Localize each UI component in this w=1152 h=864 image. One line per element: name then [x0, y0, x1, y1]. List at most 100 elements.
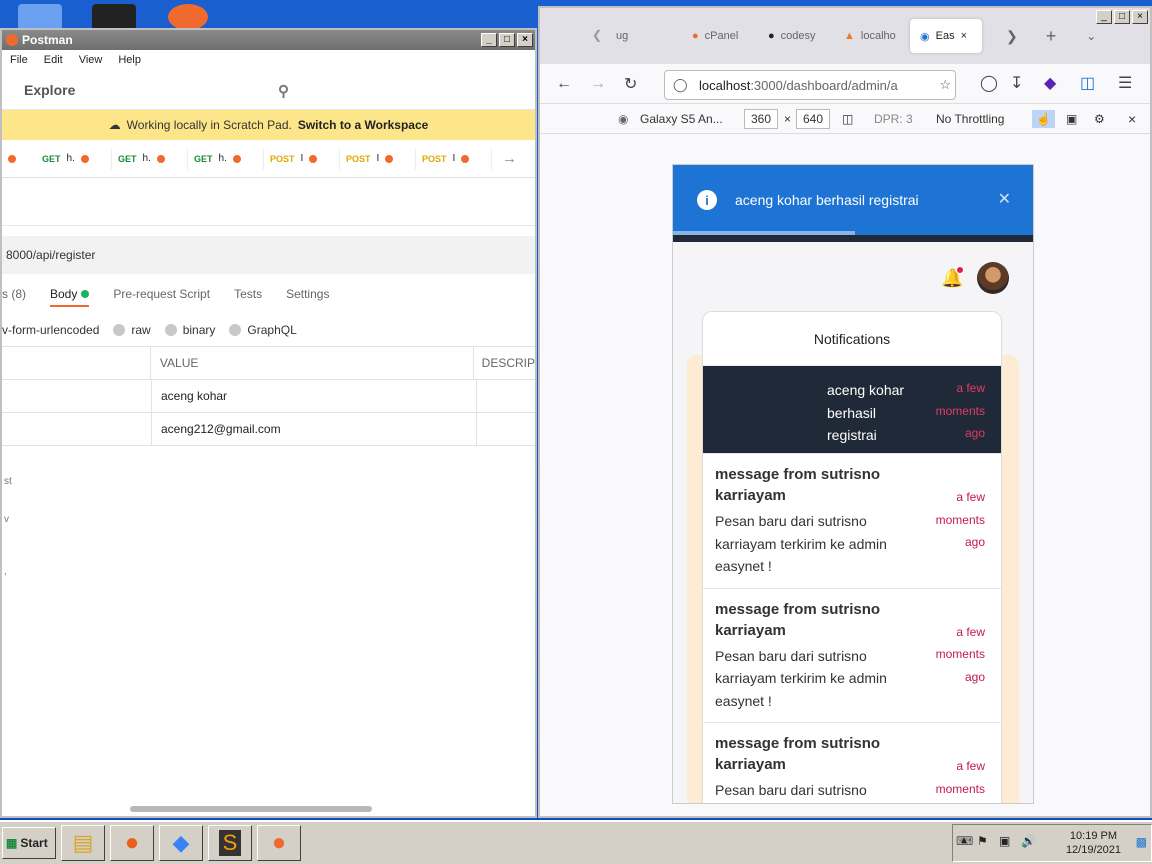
request-url[interactable]: 8000/api/register	[6, 248, 95, 262]
clock[interactable]: 10:19 PM 12/19/2021	[1066, 829, 1121, 857]
show-desktop-icon[interactable]: ▩	[1136, 835, 1147, 849]
pocket-icon[interactable]: ◯	[980, 73, 998, 93]
list-item[interactable]: aceng kohar berhasil registrai a few mom…	[703, 366, 1001, 454]
list-tabs-icon[interactable]: ⌄	[1086, 29, 1096, 43]
close-button[interactable]: ×	[517, 33, 533, 47]
shield-icon[interactable]: ◯	[673, 77, 688, 93]
reload-icon[interactable]: ↻	[624, 74, 637, 94]
menu-icon[interactable]: ☰	[1118, 73, 1132, 93]
radio-binary[interactable]: binary	[164, 323, 215, 337]
tab-settings[interactable]: Settings	[286, 287, 329, 301]
download-icon[interactable]: ↧	[1010, 73, 1023, 93]
browser-tab[interactable]: ▲ localho	[834, 19, 908, 53]
bookmark-star-icon[interactable]: ☆	[939, 77, 951, 93]
width-input[interactable]: 360	[744, 108, 778, 129]
key-cell[interactable]	[2, 413, 152, 445]
search-icon[interactable]: ⚲	[278, 82, 289, 100]
menu-view[interactable]: View	[79, 54, 103, 66]
list-item[interactable]: message from sutrisno karriayam a few mo…	[703, 589, 1001, 723]
request-tab[interactable]: POST I	[416, 147, 492, 170]
throttling-select[interactable]: No Throttling	[936, 112, 1004, 126]
toast-close-icon[interactable]: ✕	[998, 189, 1011, 209]
minimize-button[interactable]: _	[481, 33, 497, 47]
maximize-button[interactable]: □	[1114, 10, 1130, 24]
flag-icon[interactable]: ⚑	[977, 834, 988, 848]
value-cell[interactable]: aceng kohar	[152, 380, 477, 412]
tab-headers[interactable]: s (8)	[2, 287, 26, 301]
responsive-icon[interactable]: ◫	[1080, 73, 1095, 93]
menu-edit[interactable]: Edit	[44, 54, 63, 66]
forward-icon[interactable]: →	[590, 75, 606, 93]
browser-tab[interactable]: ● codesy	[758, 19, 832, 53]
value-cell[interactable]: aceng212@gmail.com	[152, 413, 477, 445]
device-select[interactable]: Galaxy S5 An...	[640, 112, 723, 126]
app-icon: ◆	[172, 830, 190, 855]
url-bar[interactable]: 8000/api/register	[2, 236, 535, 274]
tray-expand-icon[interactable]: ▲	[959, 835, 969, 846]
postman-titlebar[interactable]: Postman _ □ ×	[2, 30, 535, 50]
value-column-header: VALUE	[151, 347, 474, 379]
browser-tab-active[interactable]: ◉ Eas ×	[910, 19, 982, 53]
close-rdm-icon[interactable]: ×	[1128, 111, 1136, 127]
settings-icon[interactable]: ⚙	[1094, 112, 1105, 126]
arrow-right-icon[interactable]: →	[502, 150, 517, 167]
notification-badge	[956, 266, 964, 274]
tab-body[interactable]: Body	[50, 287, 90, 307]
menu-file[interactable]: File	[10, 54, 28, 66]
menu-help[interactable]: Help	[118, 54, 141, 66]
sublime-taskbar-button[interactable]: S	[208, 825, 252, 861]
address-bar[interactable]: ◯ localhost:3000/dashboard/admin/a ☆	[664, 70, 956, 100]
banner-text: Working locally in Scratch Pad.	[126, 118, 292, 132]
request-tab[interactable]: GET h.	[36, 147, 112, 170]
minimize-button[interactable]: _	[1096, 10, 1112, 24]
request-tab[interactable]: POST I	[264, 147, 340, 170]
github-icon: ●	[768, 30, 775, 42]
height-input[interactable]: 640	[796, 108, 830, 129]
radio-graphql[interactable]: GraphQL	[229, 323, 297, 337]
touch-icon[interactable]: ☝	[1032, 109, 1055, 128]
tab-tests[interactable]: Tests	[234, 287, 262, 301]
list-item[interactable]: message from sutrisno karriayam a few mo…	[703, 454, 1001, 589]
start-button[interactable]: ▦ Start	[2, 827, 56, 859]
horizontal-scrollbar[interactable]	[130, 806, 372, 812]
browser-tab[interactable]: ● cPanel	[682, 19, 756, 53]
media-icon[interactable]	[92, 4, 136, 30]
toast-progress	[673, 231, 855, 235]
request-tab[interactable]: POST I	[340, 147, 416, 170]
dimension-separator: ×	[784, 111, 792, 126]
radio-urlencoded[interactable]: v-form-urlencoded	[2, 323, 99, 337]
dpr-select[interactable]: DPR: 3	[874, 112, 913, 126]
firefox-taskbar-button[interactable]: ●	[110, 825, 154, 861]
explore-link[interactable]: Explore	[24, 82, 75, 98]
postman-desktop-icon[interactable]	[168, 4, 208, 30]
request-tab[interactable]: GET h.	[112, 147, 188, 170]
screenshot-icon[interactable]: ▣	[1066, 112, 1077, 126]
scroll-tabs-left-icon[interactable]: ❮	[592, 28, 602, 42]
postman-taskbar-button[interactable]: ●	[257, 825, 301, 861]
browser-tab[interactable]: ug	[606, 19, 680, 53]
avatar[interactable]	[977, 262, 1009, 294]
scroll-tabs-right-icon[interactable]: ❯	[1006, 28, 1018, 45]
extension-icon[interactable]: ◆	[1044, 73, 1056, 93]
postman-icon: ●	[271, 829, 287, 856]
maximize-button[interactable]: □	[499, 33, 515, 47]
switch-workspace-link[interactable]: Switch to a Workspace	[298, 118, 428, 132]
notification-title: message from sutrisno karriayam	[715, 466, 881, 504]
close-tab-icon[interactable]: ×	[961, 30, 967, 42]
list-item[interactable]: message from sutrisno karriayam a few mo…	[703, 723, 1001, 803]
request-tab[interactable]: GET h.	[188, 147, 264, 170]
tab-prerequest[interactable]: Pre-request Script	[113, 287, 210, 301]
radio-raw[interactable]: raw	[113, 323, 151, 337]
app-taskbar-button[interactable]: ◆	[159, 825, 203, 861]
explorer-taskbar-button[interactable]: ▤	[61, 825, 105, 861]
table-header: VALUE DESCRIP	[2, 347, 535, 380]
new-tab-icon[interactable]: +	[1046, 26, 1057, 47]
computer-icon[interactable]	[18, 4, 62, 30]
rotate-icon[interactable]: ◫	[842, 112, 853, 126]
network-icon[interactable]: ▣	[999, 834, 1010, 848]
back-icon[interactable]: ←	[556, 75, 572, 93]
volume-icon[interactable]: 🔊	[1021, 834, 1036, 848]
nav-toolbar: ← → ↻ ◯ localhost:3000/dashboard/admin/a…	[540, 64, 1150, 104]
key-cell[interactable]	[2, 380, 152, 412]
close-button[interactable]: ×	[1132, 10, 1148, 24]
